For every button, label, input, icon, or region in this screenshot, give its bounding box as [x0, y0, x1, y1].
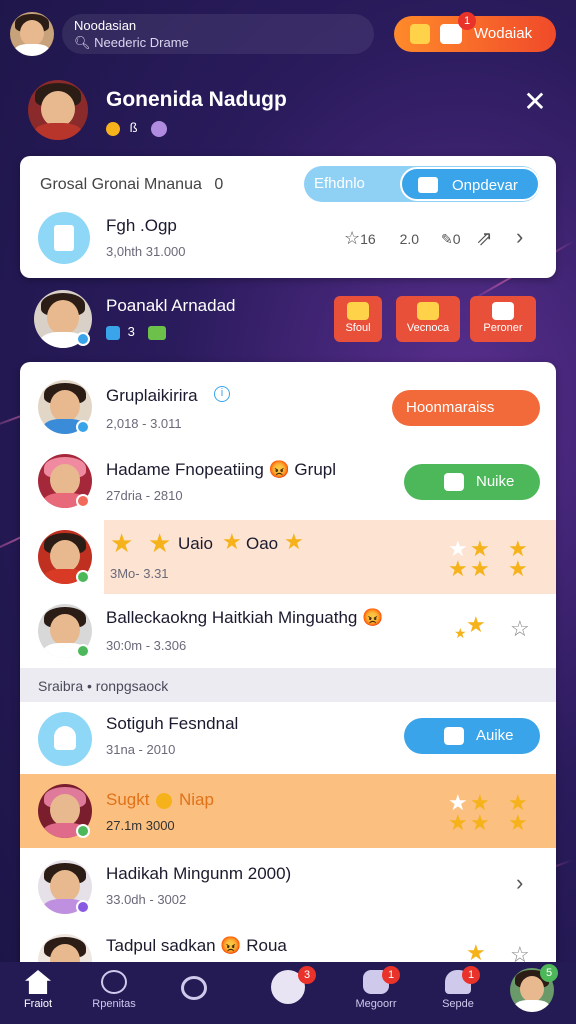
status-dot — [76, 644, 90, 658]
star-outline-icon[interactable]: ☆ — [510, 618, 530, 640]
gift-button[interactable]: Sfoul — [334, 296, 382, 342]
emoji-icon — [156, 792, 173, 809]
home-icon — [25, 970, 51, 994]
list-item-title-2: Oao — [246, 534, 279, 553]
list-action-button[interactable]: Auike — [404, 718, 540, 754]
nav-badge: 1 — [382, 966, 400, 984]
video-icon — [440, 24, 462, 44]
list-item-title: Tadpul sadkan 😡 Roua — [106, 936, 287, 955]
coin-icon — [106, 121, 120, 136]
list-action-button[interactable]: Nuike — [404, 464, 540, 500]
edit-icon — [410, 24, 430, 44]
list-action-button[interactable]: Hoonmaraiss — [392, 390, 540, 426]
profile-avatar[interactable] — [28, 80, 88, 140]
card-stats: ☆16 2.0 ✎0 — [344, 228, 461, 248]
search-title: Noodasian — [74, 18, 137, 33]
chevron-right-icon[interactable]: › — [516, 224, 523, 250]
star-icon: ★ — [466, 612, 486, 637]
star-icon: ★ — [454, 625, 467, 641]
nav-home[interactable]: Fraiot — [6, 970, 70, 1010]
list-item-sub: 30:0m - 3.306 — [106, 638, 187, 653]
user2-meta: 3 — [106, 324, 167, 340]
list-item-title: Sugkt Niap — [106, 790, 214, 809]
status-dot — [76, 900, 90, 914]
people-button[interactable]: Peroner — [470, 296, 536, 342]
share-icon[interactable]: ⇗ — [476, 226, 493, 251]
chat-icon — [444, 473, 464, 491]
clipboard-icon — [38, 212, 90, 264]
nav-search[interactable] — [162, 970, 226, 1004]
list-item-sub: 33.0dh - 3002 — [106, 892, 187, 907]
nav-search-people[interactable]: 1 Sepde — [426, 966, 490, 1010]
user-avatar[interactable] — [10, 12, 54, 56]
info-icon[interactable]: i — [214, 386, 230, 402]
chat-icon — [418, 177, 438, 193]
section-label: Sraibra • ronpgsaock — [20, 668, 556, 702]
star-outline-icon: ☆ — [344, 228, 361, 248]
star-icon: ★ — [284, 529, 304, 554]
globe-icon — [151, 120, 168, 137]
search-placeholder: 🔍︎ Neederic Drame — [74, 35, 189, 50]
nav-badge: 5 — [540, 964, 558, 982]
nav-compose[interactable]: 3 — [256, 966, 320, 1008]
list-item-title: Uaio — [178, 534, 213, 553]
list-item-sub: 27.1m 3000 — [106, 818, 175, 833]
nav-messages[interactable]: 1 Megoorr — [344, 966, 408, 1010]
top-action-button[interactable]: 1 Wodaiak — [394, 12, 556, 52]
list-item-sub: 31na - 2010 — [106, 742, 176, 757]
nav-friends[interactable]: Rpenitas — [82, 970, 146, 1010]
list-item-title: Hadame Fnopeatiing 😡 Grupl — [106, 460, 337, 479]
status-dot — [76, 420, 90, 434]
status-dot — [76, 494, 90, 508]
list-item-title: Balleckaokng Haitkiah Minguathg 😡 — [106, 608, 384, 627]
profile-name: Gonenida Nadugp — [106, 88, 287, 111]
status-dot — [76, 332, 90, 346]
card-title: Grosal Gronai Mnanua 0 — [40, 176, 224, 193]
search-icon — [181, 976, 207, 1000]
chat-icon — [444, 727, 464, 745]
trophy-button[interactable]: Vecnoca — [396, 296, 460, 342]
star-icon: ★ — [466, 940, 486, 965]
list-item-sub: 3Mo- 3.31 — [110, 566, 169, 581]
nav-badge: 1 — [462, 966, 480, 984]
user2-name: Poanakl Arnadad — [106, 296, 236, 315]
cash-icon — [148, 325, 167, 340]
profile-meta: ß — [106, 120, 168, 137]
nav-badge: 3 — [298, 966, 316, 984]
list-item-title: Gruplaikirira — [106, 386, 198, 405]
star-icon: ★ — [148, 528, 172, 558]
people-icon — [101, 970, 127, 994]
top-action-label: Wodaiak — [474, 25, 533, 42]
close-button[interactable]: ✕ — [522, 88, 548, 116]
star-icon: ★ — [222, 529, 242, 554]
list-avatar-5[interactable] — [38, 712, 92, 766]
bottom-nav: Fraiot Rpenitas 3 1 Megoorr 1 Sepde 5 — [0, 962, 576, 1024]
star-cluster-icon: ★ ★ ★ ★ ★ ★ — [448, 790, 528, 835]
star-icon: ★ — [110, 528, 134, 558]
list-item-title: Hadikah Mingunm 2000) — [106, 864, 292, 883]
top-bar: Noodasian 🔍︎ Neederic Drame 1 Wodaiak — [0, 0, 576, 70]
nav-profile[interactable]: 5 — [500, 964, 564, 1014]
card-row-sub: 3,0hth 31.000 — [106, 244, 186, 259]
ghost-icon — [54, 726, 76, 750]
status-dot — [76, 824, 90, 838]
star-cluster-icon: ★ ★ ★ ★ ★ ★ — [448, 536, 528, 581]
view-toggle[interactable]: Efhdnlo Onpdevar — [304, 166, 540, 202]
list-item-sub: 27dria - 2810 — [106, 488, 183, 503]
toggle-option-right[interactable]: Onpdevar — [400, 167, 540, 201]
chevron-right-icon[interactable]: › — [516, 870, 523, 896]
list-item-title: Sotiguh Fesndnal — [106, 714, 239, 733]
gift-icon — [106, 325, 120, 340]
card-row-title: Fgh .Ogp — [106, 216, 177, 235]
search-icon: 🔍︎ — [74, 35, 91, 50]
pen-icon: ✎ — [440, 231, 453, 247]
toggle-option-left[interactable]: Efhdnlo — [314, 175, 365, 192]
list-item-sub: 2,018 - 3.011 — [106, 416, 182, 431]
status-dot — [76, 570, 90, 584]
search-bar[interactable]: Noodasian 🔍︎ Neederic Drame — [62, 14, 374, 54]
